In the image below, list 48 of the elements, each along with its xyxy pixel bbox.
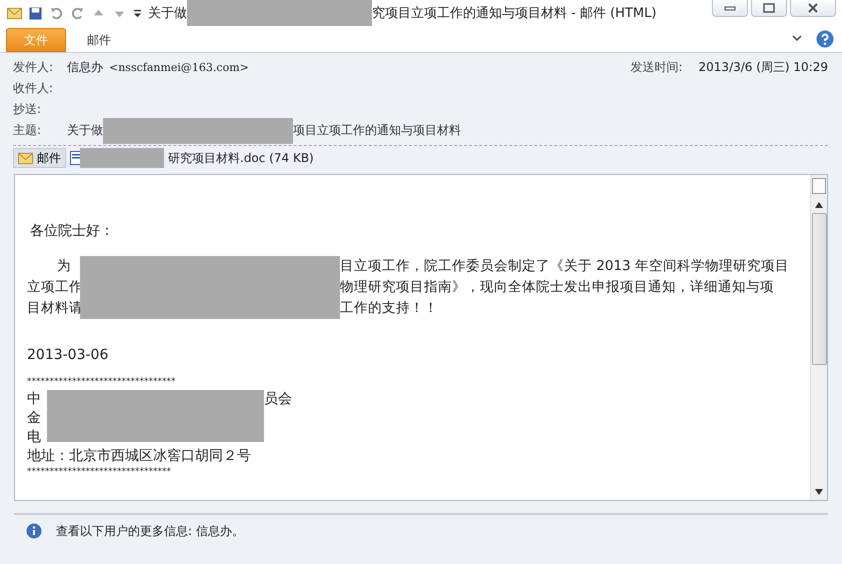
sender-address: <nsscfanmei@163.com> (109, 61, 249, 74)
minimize-button[interactable] (712, 0, 748, 17)
asterisk-rule: ******************************** (27, 466, 172, 478)
redo-icon[interactable] (70, 6, 85, 20)
greeting-text: 各位院士好： (29, 222, 115, 241)
scroll-down-icon[interactable] (814, 488, 824, 496)
field-label: 发送时间: (630, 59, 683, 76)
subject-text: 关于做 (67, 122, 103, 139)
body-text: 为 (56, 257, 72, 276)
sent-time: 2013/3/6 (周三) 10:29 (698, 59, 828, 76)
info-icon (26, 523, 42, 539)
subject-text: 项目立项工作的通知与项目材料 (293, 122, 461, 139)
body-text: 工作的支持！！ (340, 299, 439, 318)
signature-text: 中 (27, 390, 42, 409)
window-title: 关于做 (148, 5, 187, 22)
save-icon[interactable] (28, 6, 43, 20)
body-text: 目立项工作，院工作委员会制定了《关于 2013 年空间科学物理研究项目 (340, 257, 790, 276)
chevron-icon[interactable] (792, 35, 802, 43)
signature-text: 地址：北京市西城区冰窖口胡同２号 (27, 447, 252, 466)
help-icon[interactable] (816, 30, 834, 48)
asterisk-rule: ********************************* (27, 376, 176, 388)
body-text: 物理研究项目指南》，现向全体院士发出申报项目通知，详细通知与项 (340, 278, 775, 297)
undo-icon[interactable] (49, 6, 64, 20)
envelope-icon (18, 152, 33, 164)
signature-text: 员会 (264, 390, 293, 409)
close-button[interactable] (790, 0, 836, 17)
scrollbar[interactable] (810, 175, 827, 500)
close-icon (807, 3, 819, 13)
field-label: 收件人: (13, 80, 54, 97)
maximize-button[interactable] (751, 0, 787, 17)
scroll-thumb[interactable] (812, 213, 826, 365)
attachment-link[interactable]: 研究项目材料.doc (74 KB) (168, 150, 314, 166)
info-message: 查看以下用户的更多信息: 信息办。 (56, 522, 244, 540)
field-label: 发件人: (13, 59, 54, 76)
date-text: 2013-03-06 (27, 346, 110, 365)
message-tab[interactable]: 邮件 (13, 148, 66, 168)
field-label: 抄送: (13, 101, 42, 118)
scroll-up-icon[interactable] (814, 201, 824, 209)
signature-text: 电 (27, 428, 42, 447)
maximize-icon (763, 3, 775, 13)
ribbon-tab[interactable]: 邮件 (70, 28, 128, 52)
window-title: 究项目立项工作的通知与项目材料 - 邮件 (HTML) (372, 5, 656, 22)
envelope-icon[interactable] (7, 6, 22, 20)
signature-text: 金 (27, 409, 42, 428)
field-label: 主题: (13, 122, 42, 139)
document-icon[interactable] (70, 151, 82, 165)
minimize-icon (724, 4, 736, 12)
sender-name: 信息办 (67, 59, 103, 76)
